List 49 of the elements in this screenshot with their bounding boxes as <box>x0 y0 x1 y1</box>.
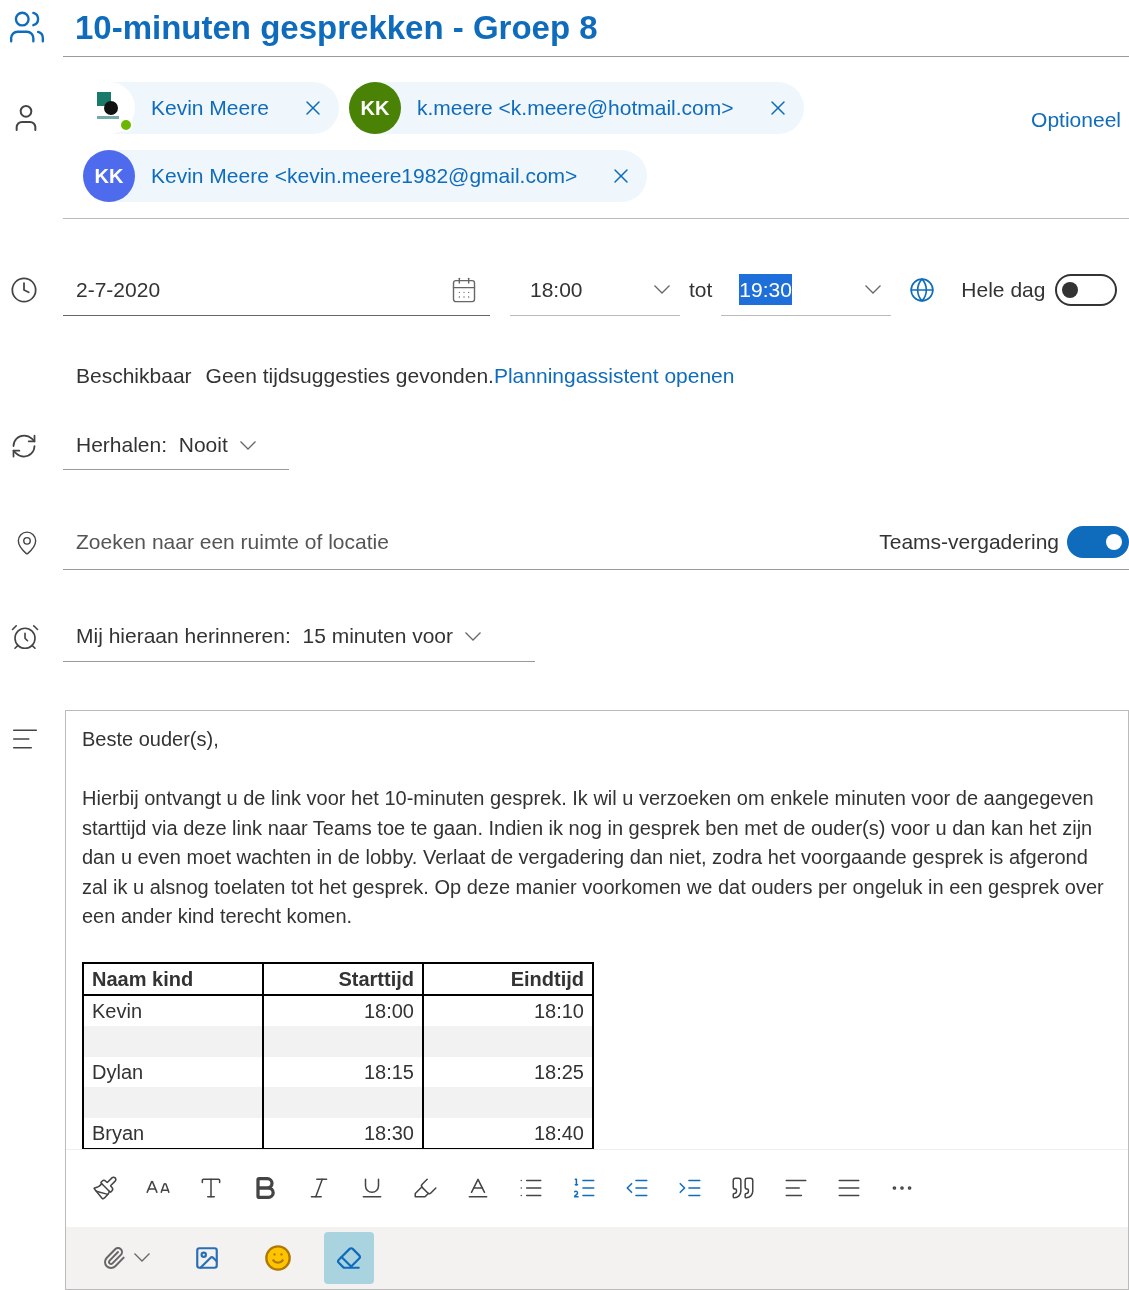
attendee-chip[interactable]: Kevin Meere <box>83 82 339 134</box>
all-day-label: Hele dag <box>961 277 1046 304</box>
chevron-down-icon <box>239 440 256 450</box>
paperclip-icon <box>102 1245 126 1270</box>
greeting-text: Beste ouder(s), <box>82 726 220 752</box>
image-icon <box>194 1244 220 1271</box>
attendee-chip[interactable]: KK k.meere <k.meere@hotmail.com> <box>348 82 804 134</box>
clock-icon <box>10 276 38 304</box>
clear-format-button[interactable] <box>324 1231 374 1284</box>
location-input-field[interactable]: Zoeken naar een ruimte of locatie <box>76 526 880 558</box>
attendee-chip[interactable]: KK Kevin Meere <kevin.meere1982@gmail.com> <box>83 150 648 202</box>
attendee-name: Kevin Meere <box>151 95 269 122</box>
table-header-cell: Naam kind <box>83 962 263 995</box>
scheduling-assistant-link[interactable]: Planningassistent openen <box>493 360 735 392</box>
start-time-field[interactable]: 18:00 <box>510 264 680 316</box>
message-editor[interactable] <box>65 709 1129 1290</box>
globe-icon[interactable] <box>909 277 936 303</box>
teams-meeting-label: Teams-vergadering <box>879 529 1059 556</box>
table-cell: 18:40 <box>423 1117 593 1149</box>
initials-avatar: KK <box>348 82 401 134</box>
initials-avatar: KK <box>83 150 135 202</box>
smiley-icon <box>264 1243 292 1272</box>
date-field[interactable]: 2-7-2020 <box>63 264 490 316</box>
attendee-name: k.meere <k.meere@hotmail.com> <box>416 95 734 122</box>
format-painter-icon[interactable] <box>92 1175 118 1201</box>
toggle-switch[interactable] <box>1067 526 1129 558</box>
calendar-icon[interactable] <box>450 275 478 304</box>
end-time-field[interactable]: 19:30 <box>721 264 892 316</box>
optional-link[interactable]: Optioneel <box>1031 104 1121 136</box>
table-header-cell: Eindtijd <box>423 962 593 995</box>
table-cell: Bryan <box>83 1117 263 1149</box>
quote-icon[interactable] <box>730 1175 756 1201</box>
suggestion-message: Geen tijdsuggesties gevonden. <box>205 363 494 389</box>
chevron-down-icon <box>654 285 670 294</box>
reminder-dropdown[interactable]: Mij hieraan herinneren: 15 minuten voor <box>63 611 535 662</box>
chevron-down-icon <box>134 1253 150 1263</box>
table-cell: 18:30 <box>263 1117 423 1149</box>
repeat-dropdown[interactable]: Herhalen: Nooit <box>63 421 289 470</box>
availability-status[interactable]: Beschikbaar <box>76 360 192 392</box>
logo-avatar <box>83 82 135 134</box>
to-label: tot <box>689 277 713 304</box>
eraser-icon <box>336 1244 362 1271</box>
table-header-cell: Starttijd <box>263 962 423 995</box>
attendee-name: Kevin Meere <kevin.meere1982@gmail.com> <box>151 163 578 190</box>
event-title[interactable]: 10-minuten gesprekken - Groep 8 <box>75 3 598 53</box>
message-paragraph: Hierbij ontvangt u de link voor het 10-minuten gesprek. Ik wil u verzoeken om enkele minuten voor de aangegeven starttijd via deze link naar Teams toe te gaan. Indien ik nog in gesprek ben met de ouder(s) voor u dan kan het zijn dan u even moet wachten in de lobby. Verlaat de vergadering dan niet, zodra het voorgaande gesprek is afgerond zal ik u alsnog toelaten tot het gesprek. Op deze manier voorkomen we dat ouders per ongeluk in een gesprek over een ander kind terecht komen. <box>82 786 1105 929</box>
chevron-down-icon <box>465 631 482 641</box>
toggle-switch[interactable] <box>1055 274 1118 306</box>
chevron-down-icon <box>865 285 882 294</box>
